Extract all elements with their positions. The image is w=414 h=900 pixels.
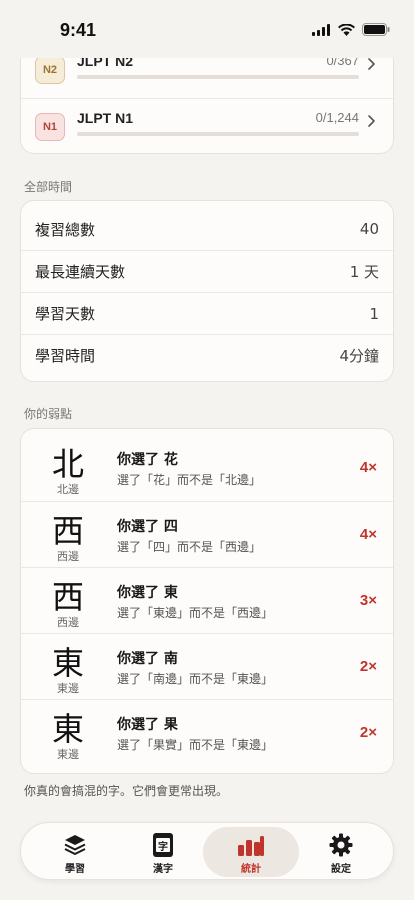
tab-label: 漢字 xyxy=(153,864,173,875)
weak-point-row: 西 西邊 你選了 四 選了「四」而不是「西邊」 4× xyxy=(21,501,393,567)
tab-label: 統計 xyxy=(241,864,261,875)
stat-value: 4分鐘 xyxy=(339,347,379,365)
weak-title: 你選了 果 xyxy=(117,717,178,733)
kanji-book-glyph: 字 xyxy=(156,838,170,853)
level-progress-bar xyxy=(77,75,359,79)
weak-kanji: 東 xyxy=(51,644,84,682)
weak-point-row: 東 東邊 你選了 南 選了「南邊」而不是「東邊」 2× xyxy=(21,633,393,699)
tab-bar: 學習 字 漢字 統計 設定 xyxy=(20,822,394,880)
weak-description: 選了「東邊」而不是「西邊」 xyxy=(117,606,274,620)
weak-description: 選了「果實」而不是「東邊」 xyxy=(117,738,274,752)
level-badge: N1 xyxy=(35,113,65,141)
weak-title: 你選了 四 xyxy=(117,519,178,535)
tab-settings[interactable]: 設定 xyxy=(293,827,389,877)
weak-point-row: 北 北邊 你選了 花 選了「花」而不是「北邊」 4× xyxy=(21,435,393,501)
chevron-right-icon xyxy=(368,115,375,127)
weak-points-footnote: 你真的會搞混的字。它們會更常出現。 xyxy=(24,784,229,798)
all-time-stats-card: 複習總數 40 最長連續天數 1 天 學習天數 1 學習時間 4分鐘 xyxy=(20,200,394,382)
weak-kanji: 東 xyxy=(51,710,84,748)
weak-title: 你選了 東 xyxy=(117,585,178,601)
stat-label: 複習總數 xyxy=(35,220,96,239)
stat-label: 最長連續天數 xyxy=(35,263,126,281)
kanji-book-icon: 字 xyxy=(153,833,173,857)
tab-stats[interactable]: 統計 xyxy=(203,827,299,877)
stat-row-study-days: 學習天數 1 xyxy=(21,292,393,334)
level-badge: N2 xyxy=(35,56,65,84)
cellular-signal-icon xyxy=(312,23,330,36)
wifi-icon xyxy=(338,23,355,36)
weak-kanji: 西 xyxy=(51,578,84,616)
status-icons xyxy=(312,23,390,36)
stat-row-study-time: 學習時間 4分鐘 xyxy=(21,334,393,376)
stat-row-longest-streak: 最長連續天數 1 天 xyxy=(21,250,393,292)
stat-row-total-reviews: 複習總數 40 xyxy=(21,208,393,250)
weak-description: 選了「花」而不是「北邊」 xyxy=(117,473,262,487)
weak-kanji: 北 xyxy=(51,445,84,483)
stat-label: 學習時間 xyxy=(35,347,96,365)
weak-count: 4× xyxy=(359,459,377,476)
gear-icon xyxy=(329,833,353,857)
weak-points-section-label: 你的弱點 xyxy=(24,407,73,421)
bar-chart-icon xyxy=(238,836,264,856)
weak-title: 你選了 南 xyxy=(117,651,178,667)
weak-reading: 西邊 xyxy=(57,616,79,629)
weak-count: 3× xyxy=(359,592,377,609)
level-row-n1[interactable]: N1 JLPT N1 0/1,244 xyxy=(21,98,393,154)
status-time: 9:41 xyxy=(60,20,97,40)
weak-point-row: 東 東邊 你選了 果 選了「果實」而不是「東邊」 2× xyxy=(21,699,393,765)
stat-label: 學習天數 xyxy=(35,305,96,323)
weak-kanji: 西 xyxy=(51,512,84,550)
tab-study[interactable]: 學習 xyxy=(27,827,123,877)
stat-value: 40 xyxy=(359,220,379,238)
weak-description: 選了「南邊」而不是「東邊」 xyxy=(117,672,274,686)
layers-icon xyxy=(64,835,86,855)
weak-count: 4× xyxy=(359,526,377,543)
weak-reading: 東邊 xyxy=(57,748,79,761)
weak-count: 2× xyxy=(359,724,377,741)
weak-reading: 北邊 xyxy=(57,483,79,496)
tab-kanji[interactable]: 字 漢字 xyxy=(115,827,211,877)
weak-points-card: 北 北邊 你選了 花 選了「花」而不是「北邊」 4× 西 西邊 你選了 四 選了… xyxy=(20,428,394,774)
tab-label: 設定 xyxy=(331,864,351,875)
level-progress-bar xyxy=(77,132,359,136)
battery-icon xyxy=(362,23,390,36)
weak-reading: 東邊 xyxy=(57,682,79,695)
status-bar: 9:41 xyxy=(0,0,414,58)
stat-value: 1 xyxy=(369,304,379,323)
weak-reading: 西邊 xyxy=(57,550,79,563)
weak-count: 2× xyxy=(359,658,377,675)
level-count: 0/1,244 xyxy=(315,110,359,125)
weak-title: 你選了 花 xyxy=(117,452,178,468)
chevron-right-icon xyxy=(368,58,375,70)
tab-label: 學習 xyxy=(65,864,85,875)
all-time-section-label: 全部時間 xyxy=(24,180,73,194)
weak-description: 選了「四」而不是「西邊」 xyxy=(117,540,262,554)
weak-point-row: 西 西邊 你選了 東 選了「東邊」而不是「西邊」 3× xyxy=(21,567,393,633)
stat-value: 1 天 xyxy=(349,263,379,281)
level-name: JLPT N1 xyxy=(77,110,134,126)
